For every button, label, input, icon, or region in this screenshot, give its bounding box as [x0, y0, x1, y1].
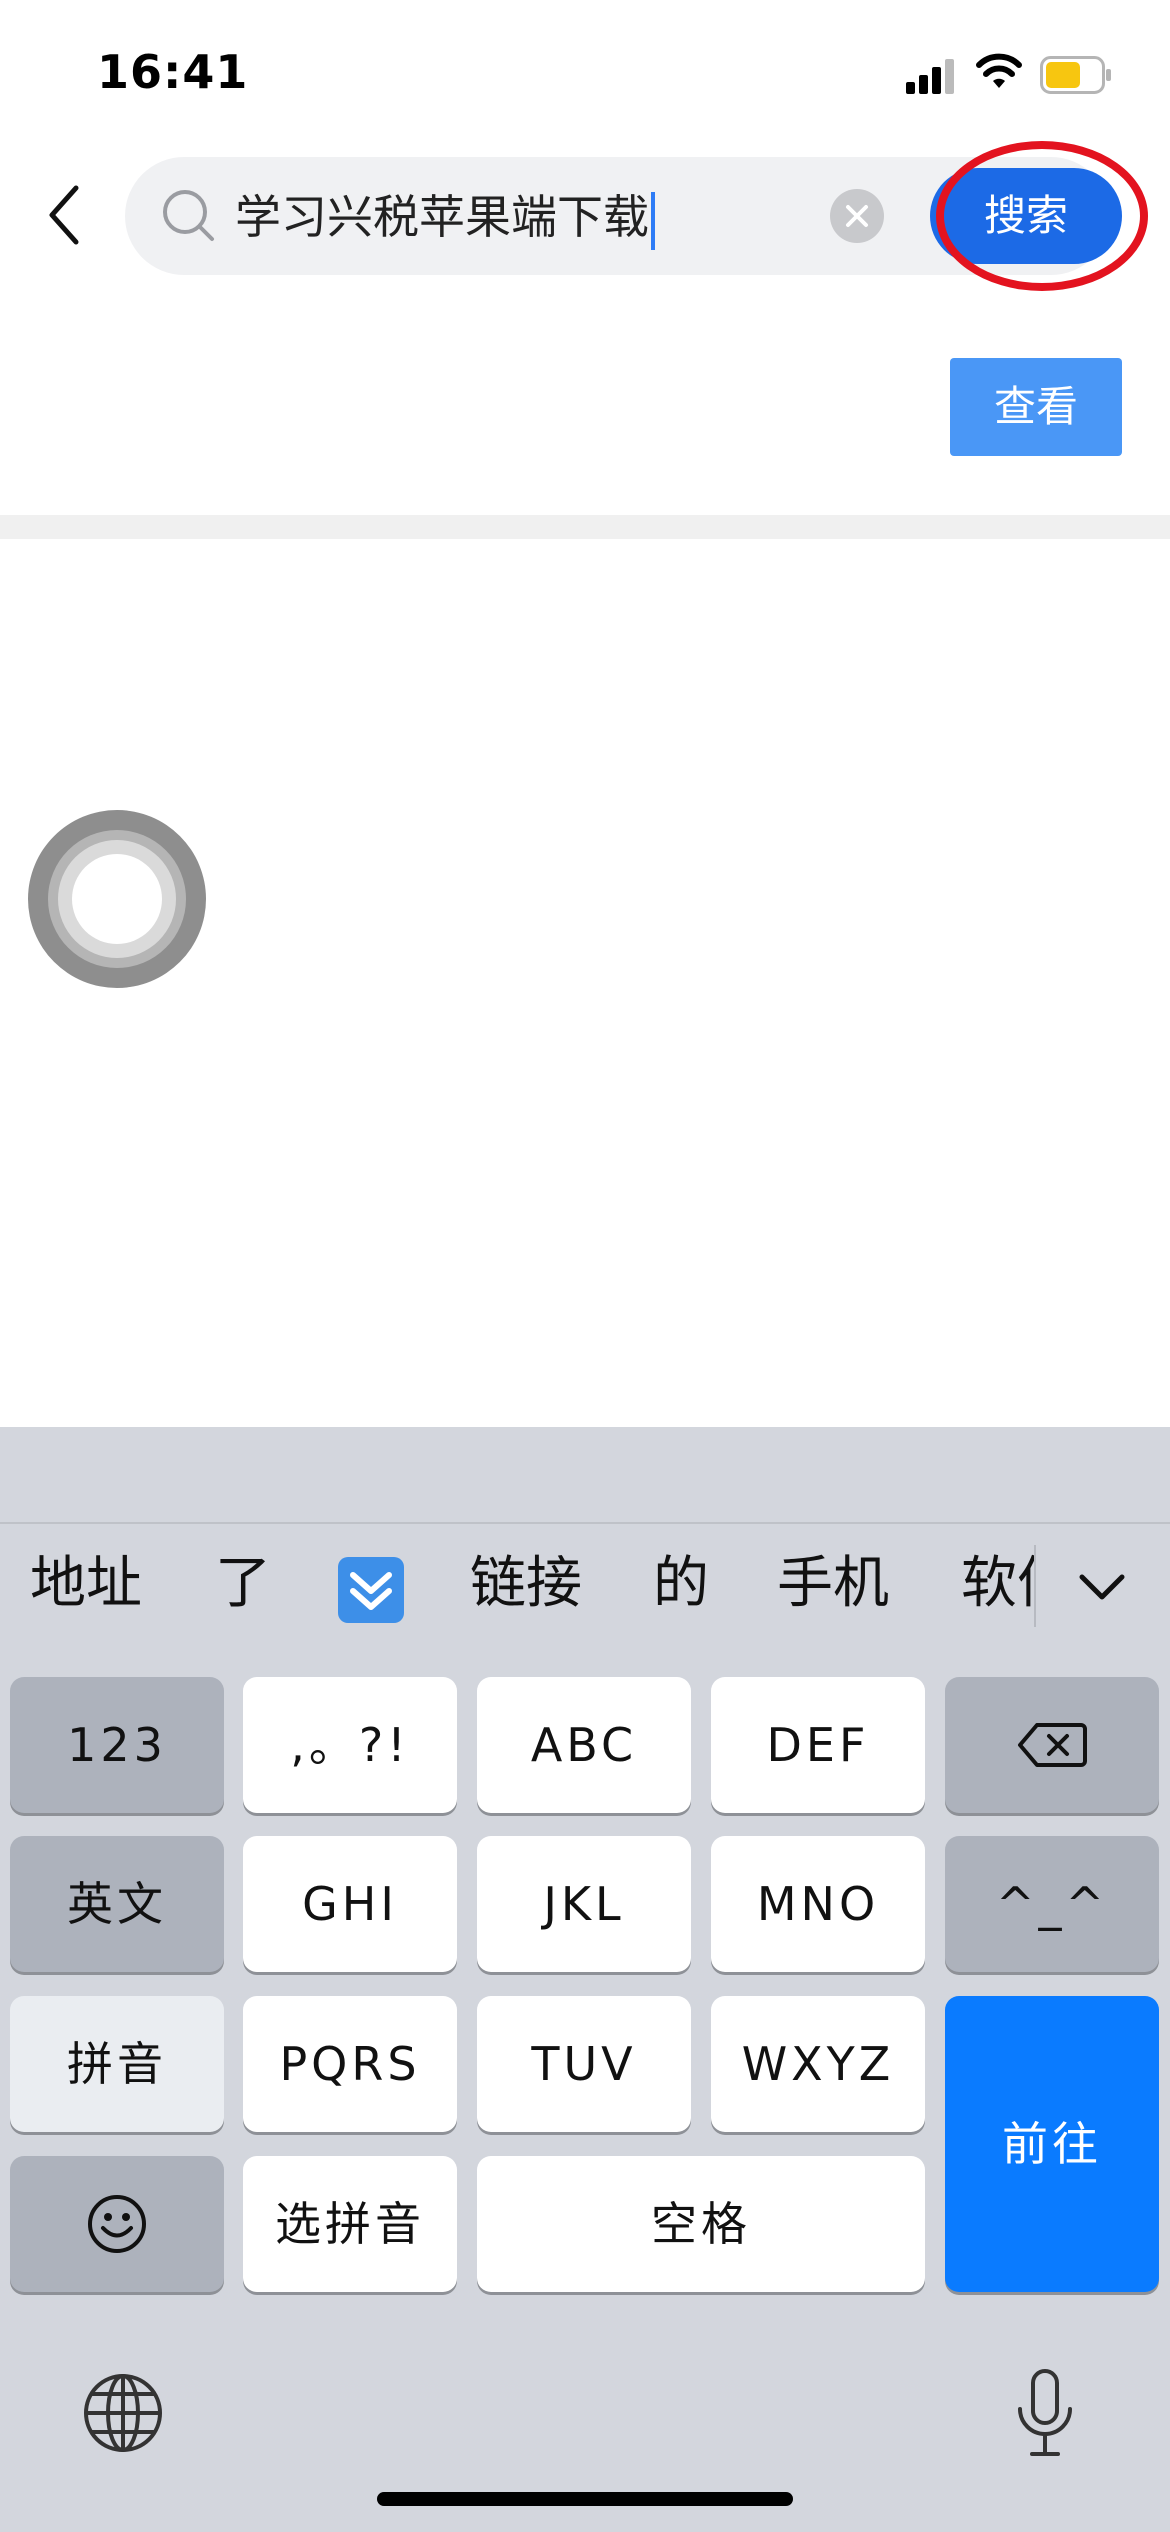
candidate-item[interactable]: 软件	[961, 1549, 1034, 1619]
candidate-clip: 软件	[960, 1527, 1034, 1633]
smiley-icon	[88, 2195, 146, 2253]
candidate-item[interactable]: 手机	[777, 1549, 889, 1619]
key-123[interactable]: 123	[10, 1677, 224, 1813]
status-time: 16:41	[97, 45, 249, 99]
backspace-icon	[1018, 1723, 1087, 1767]
key-ghi[interactable]: GHI	[243, 1836, 457, 1972]
key-tuv[interactable]: TUV	[477, 1996, 691, 2132]
key-emoticon[interactable]: ^_^	[945, 1836, 1159, 1972]
candidate-bar: 地址 了 链接 的 手机 软件	[0, 1527, 1170, 1633]
key-pinyin[interactable]: 拼音	[10, 1996, 224, 2132]
key-wxyz[interactable]: WXYZ	[711, 1996, 925, 2132]
candidate-item[interactable]: 链接	[470, 1549, 582, 1619]
back-button[interactable]	[40, 180, 90, 250]
view-button[interactable]: 查看	[950, 358, 1122, 456]
candidate-item[interactable]: 的	[653, 1549, 709, 1619]
battery-icon	[1040, 56, 1111, 94]
status-bar: 16:41	[0, 0, 1170, 150]
globe-icon[interactable]	[82, 2372, 164, 2454]
key-jkl[interactable]: JKL	[477, 1836, 691, 1972]
key-select-pinyin[interactable]: 选拼音	[243, 2156, 457, 2292]
candidate-separator	[1034, 1545, 1036, 1627]
wifi-icon	[976, 53, 1022, 88]
candidate-item[interactable]: 地址	[30, 1549, 142, 1619]
search-query[interactable]: 学习兴税苹果端下载	[235, 182, 655, 252]
emoji-key[interactable]	[10, 2156, 224, 2292]
text-caret	[651, 191, 655, 250]
keyboard-divider	[0, 1522, 1170, 1524]
highlight-annotation-circle	[936, 141, 1148, 291]
search-icon	[163, 190, 214, 241]
key-pqrs[interactable]: PQRS	[243, 1996, 457, 2132]
key-mno[interactable]: MNO	[711, 1836, 925, 1972]
candidate-emoji-icon[interactable]	[338, 1557, 404, 1623]
cellular-signal-icon	[906, 59, 954, 94]
key-punctuation[interactable]: ,。?!	[243, 1677, 457, 1813]
key-abc[interactable]: ABC	[477, 1677, 691, 1813]
candidate-item[interactable]: 了	[215, 1549, 271, 1619]
space-key[interactable]: 空格	[477, 2156, 925, 2292]
home-indicator[interactable]	[377, 2492, 793, 2506]
section-divider	[0, 515, 1170, 539]
microphone-icon[interactable]	[1012, 2367, 1078, 2459]
key-english[interactable]: 英文	[10, 1836, 224, 1972]
go-button[interactable]: 前往	[945, 1996, 1159, 2292]
clear-button[interactable]	[830, 189, 884, 243]
chevron-down-icon[interactable]	[1074, 1567, 1130, 1607]
delete-key[interactable]	[945, 1677, 1159, 1813]
close-icon	[846, 205, 868, 227]
assistive-touch-button[interactable]	[28, 810, 206, 988]
search-query-text: 学习兴税苹果端下载	[235, 190, 649, 244]
key-def[interactable]: DEF	[711, 1677, 925, 1813]
keyboard: 地址 了 链接 的 手机 软件 123 ,。?! ABC DEF 英文 GHI …	[0, 1427, 1170, 2532]
